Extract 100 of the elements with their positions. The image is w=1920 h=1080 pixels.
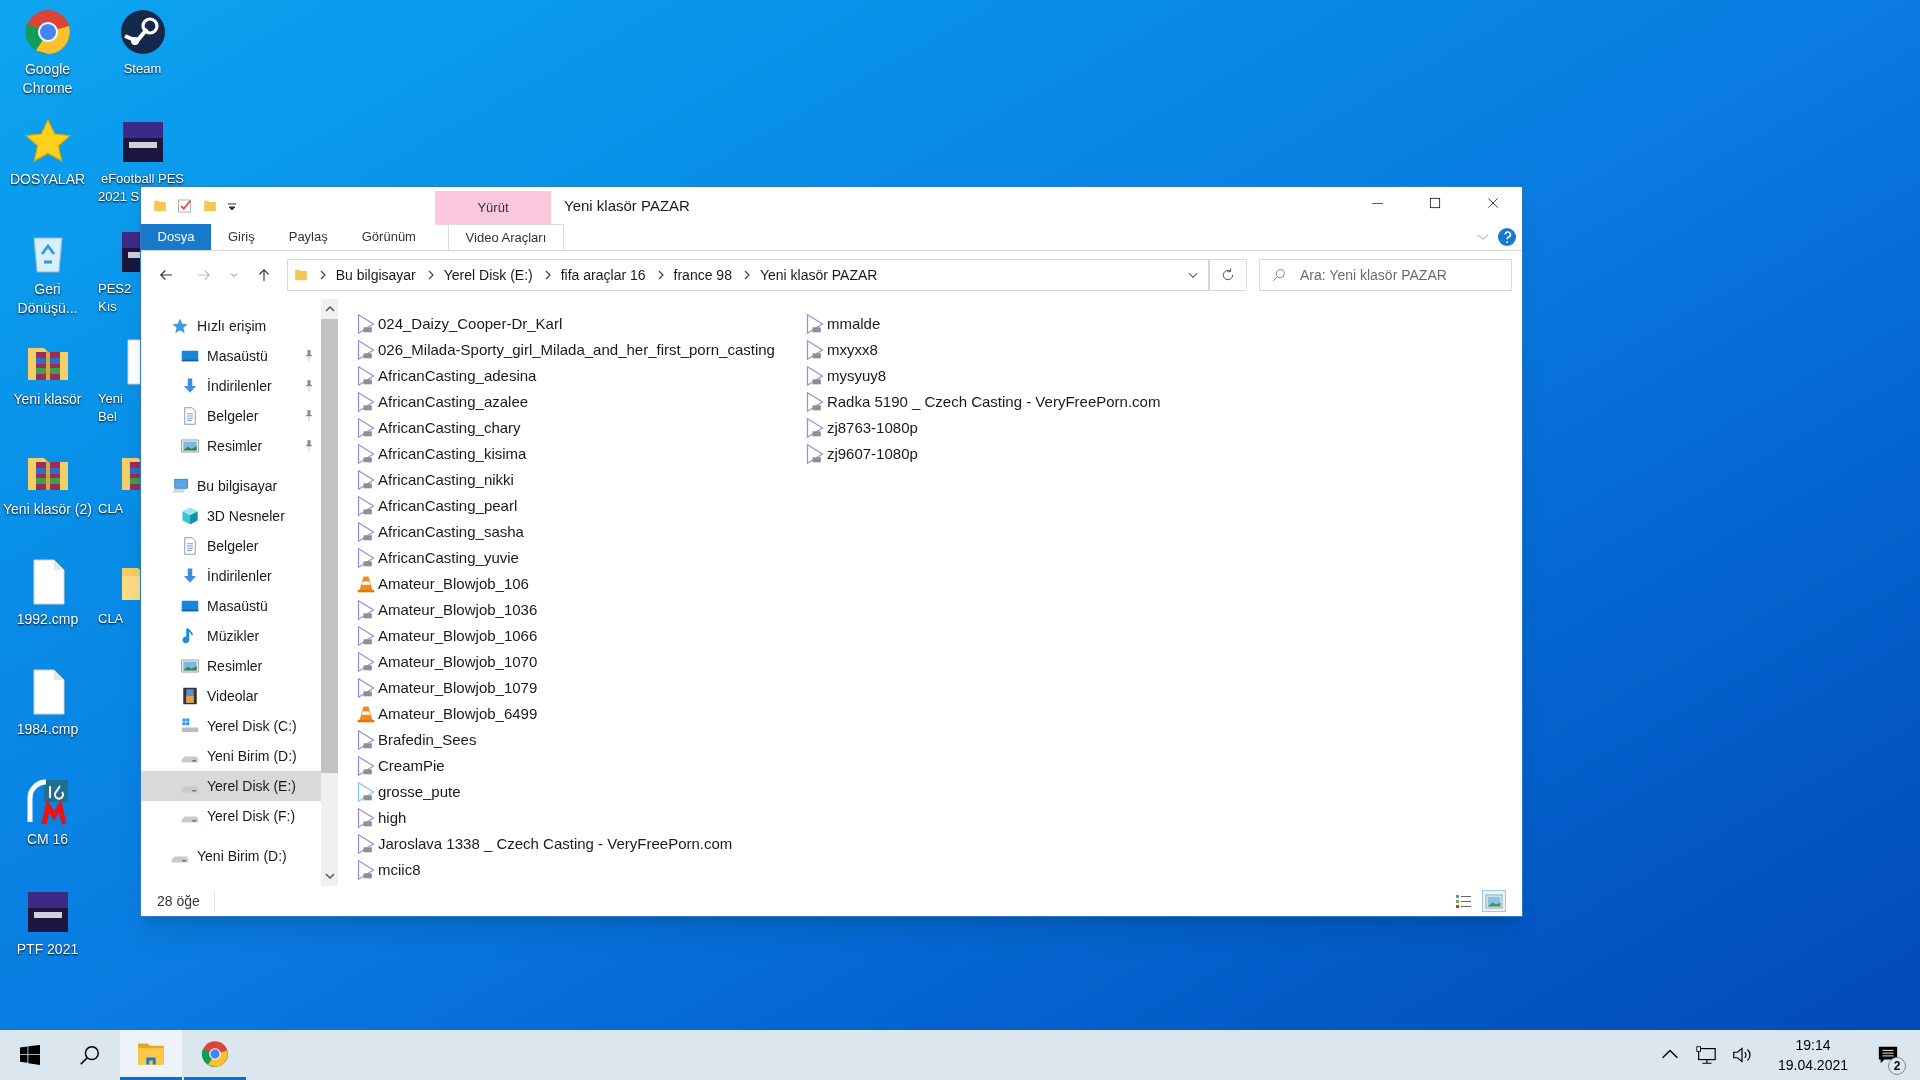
sidebar-item[interactable]: Yerel Disk (C:) xyxy=(141,711,321,741)
pin-icon[interactable] xyxy=(303,380,315,392)
file-name[interactable]: zj9607-1080p xyxy=(826,442,918,466)
file-name[interactable]: mxyxx8 xyxy=(826,338,878,362)
scrollbar-thumb[interactable] xyxy=(321,319,338,773)
file-name[interactable]: CreamPie xyxy=(378,754,445,778)
pin-icon[interactable] xyxy=(303,440,315,452)
file-name[interactable]: Amateur_Blowjob_106 xyxy=(378,572,529,596)
video-file-icon[interactable] xyxy=(356,548,376,568)
video-file-icon[interactable] xyxy=(356,314,376,334)
dropdown-caret-icon[interactable] xyxy=(227,201,237,211)
video-file-icon[interactable] xyxy=(356,444,376,464)
breadcrumb-item[interactable]: Yerel Disk (E:) xyxy=(443,264,533,286)
video-file-icon[interactable] xyxy=(356,340,376,360)
file-name[interactable]: mciic8 xyxy=(378,858,421,882)
refresh-button[interactable] xyxy=(1209,259,1247,291)
sidebar-item[interactable]: Hızlı erişim xyxy=(141,311,321,341)
file-name[interactable]: mysyuy8 xyxy=(826,364,887,388)
help-icon[interactable] xyxy=(1498,228,1516,246)
file-name[interactable]: Amateur_Blowjob_1036 xyxy=(378,598,538,622)
file-name[interactable]: 026_Milada-Sporty_girl_Milada_and_her_first_porn_casting xyxy=(378,338,775,362)
sidebar-item[interactable]: Bu bilgisayar xyxy=(141,471,321,501)
file-name[interactable]: AfricanCasting_kisima xyxy=(378,442,527,466)
video-file-icon[interactable] xyxy=(356,392,376,412)
sidebar-item[interactable]: Masaüstü xyxy=(141,591,321,621)
sidebar-item[interactable]: Videolar xyxy=(141,681,321,711)
video-file-icon[interactable] xyxy=(356,366,376,386)
checkmark-icon[interactable] xyxy=(177,198,193,214)
file-name[interactable]: AfricanCasting_yuvie xyxy=(378,546,519,570)
video-file-icon[interactable] xyxy=(804,366,825,386)
file-name[interactable]: Radka 5190 _ Czech Casting - VeryFreePorn.com xyxy=(826,390,1161,414)
video-file-icon[interactable] xyxy=(356,860,376,880)
sidebar-item[interactable]: Yeni Birim (D:) xyxy=(141,841,321,871)
video-file-icon[interactable] xyxy=(356,418,376,438)
ribbon-tab[interactable]: Görünüm xyxy=(344,224,433,250)
sidebar-item[interactable]: Yeni Birim (D:) xyxy=(141,741,321,771)
video-file-icon[interactable] xyxy=(356,834,376,854)
breadcrumb-item[interactable]: Bu bilgisayar xyxy=(335,264,416,286)
scrollbar[interactable] xyxy=(321,299,338,886)
notifications-button[interactable]: 2 xyxy=(1866,1035,1910,1075)
sidebar-item[interactable]: İndirilenler xyxy=(141,561,321,591)
file-name[interactable]: Amateur_Blowjob_1079 xyxy=(378,676,538,700)
view-toggle-button[interactable] xyxy=(1482,890,1506,912)
video-file-icon[interactable] xyxy=(804,314,825,334)
video-file-icon[interactable] xyxy=(356,522,376,542)
file-name[interactable]: Amateur_Blowjob_1070 xyxy=(378,650,538,674)
file-name[interactable]: mmalde xyxy=(826,312,881,336)
sidebar-item[interactable]: İndirilenler xyxy=(141,371,321,401)
video-file-icon[interactable] xyxy=(356,678,376,698)
chrome-logo-icon[interactable] xyxy=(23,8,72,56)
file-name[interactable]: Amateur_Blowjob_1066 xyxy=(378,624,538,648)
video-file-icon[interactable] xyxy=(356,652,376,672)
file-name[interactable]: AfricanCasting_azalee xyxy=(378,390,529,414)
video-file-icon[interactable] xyxy=(356,730,376,750)
ribbon-tab[interactable]: Video Araçları xyxy=(447,224,564,250)
file-name[interactable]: AfricanCasting_sasha xyxy=(378,520,524,544)
file-name[interactable]: Jaroslava 1338 _ Czech Casting - VeryFreePorn.com xyxy=(378,832,733,856)
video-file-icon[interactable] xyxy=(804,444,825,464)
ribbon-tab[interactable]: Dosya xyxy=(141,224,211,250)
file-name[interactable]: AfricanCasting_nikki xyxy=(378,468,514,492)
address-bar[interactable]: Bu bilgisayar Yerel Disk (E:) fifa araçlar 16 france 98 Yeni klasör PAZAR xyxy=(286,259,1210,291)
file-name[interactable]: grosse_pute xyxy=(378,780,461,804)
pin-icon[interactable] xyxy=(303,350,315,362)
traffic-cone-icon[interactable] xyxy=(356,574,376,594)
video-file-icon[interactable] xyxy=(804,340,825,360)
sidebar-item[interactable]: Yerel Disk (F:) xyxy=(141,801,321,831)
video-file-icon[interactable] xyxy=(356,782,376,802)
sidebar-item[interactable]: Resimler xyxy=(141,651,321,681)
file-name[interactable]: 024_Daizy_Cooper-Dr_Karl xyxy=(378,312,563,336)
breadcrumb-item[interactable]: fifa araçlar 16 xyxy=(560,264,646,286)
video-file-icon[interactable] xyxy=(356,496,376,516)
sidebar-item[interactable]: Resimler xyxy=(141,431,321,461)
video-file-icon[interactable] xyxy=(804,418,825,438)
traffic-cone-icon[interactable] xyxy=(356,704,376,724)
sidebar-item[interactable]: Masaüstü xyxy=(141,341,321,371)
ribbon-tab[interactable]: Paylaş xyxy=(271,224,345,250)
breadcrumb-item[interactable]: Yeni klasör PAZAR xyxy=(759,264,878,286)
file-name[interactable]: Amateur_Blowjob_6499 xyxy=(378,702,538,726)
breadcrumb-item[interactable]: france 98 xyxy=(673,264,732,286)
file-name[interactable]: AfricanCasting_chary xyxy=(378,416,521,440)
file-name[interactable]: Brafedin_Sees xyxy=(378,728,477,752)
pin-icon[interactable] xyxy=(303,410,315,422)
video-file-icon[interactable] xyxy=(804,392,825,412)
file-name[interactable]: AfricanCasting_pearl xyxy=(378,494,518,518)
sidebar-item[interactable]: Yerel Disk (E:) xyxy=(141,771,321,801)
search-field[interactable]: Ara: Yeni klasör PAZAR xyxy=(1259,259,1512,291)
sidebar-item[interactable]: 3D Nesneler xyxy=(141,501,321,531)
video-file-icon[interactable] xyxy=(356,470,376,490)
file-name[interactable]: high xyxy=(378,806,407,830)
video-file-icon[interactable] xyxy=(356,600,376,620)
sidebar-item[interactable]: Belgeler xyxy=(141,531,321,561)
taskbar-app-button[interactable] xyxy=(120,1030,182,1080)
file-name[interactable]: zj8763-1080p xyxy=(826,416,918,440)
ribbon-tab[interactable]: Giriş xyxy=(211,224,272,250)
video-file-icon[interactable] xyxy=(356,756,376,776)
steam-logo-icon[interactable] xyxy=(118,8,167,56)
sidebar-item[interactable]: Müzikler xyxy=(141,621,321,651)
video-file-icon[interactable] xyxy=(356,808,376,828)
clock-button[interactable]: 19:14 19.04.2021 xyxy=(1777,1035,1848,1075)
sidebar-item[interactable]: Belgeler xyxy=(141,401,321,431)
